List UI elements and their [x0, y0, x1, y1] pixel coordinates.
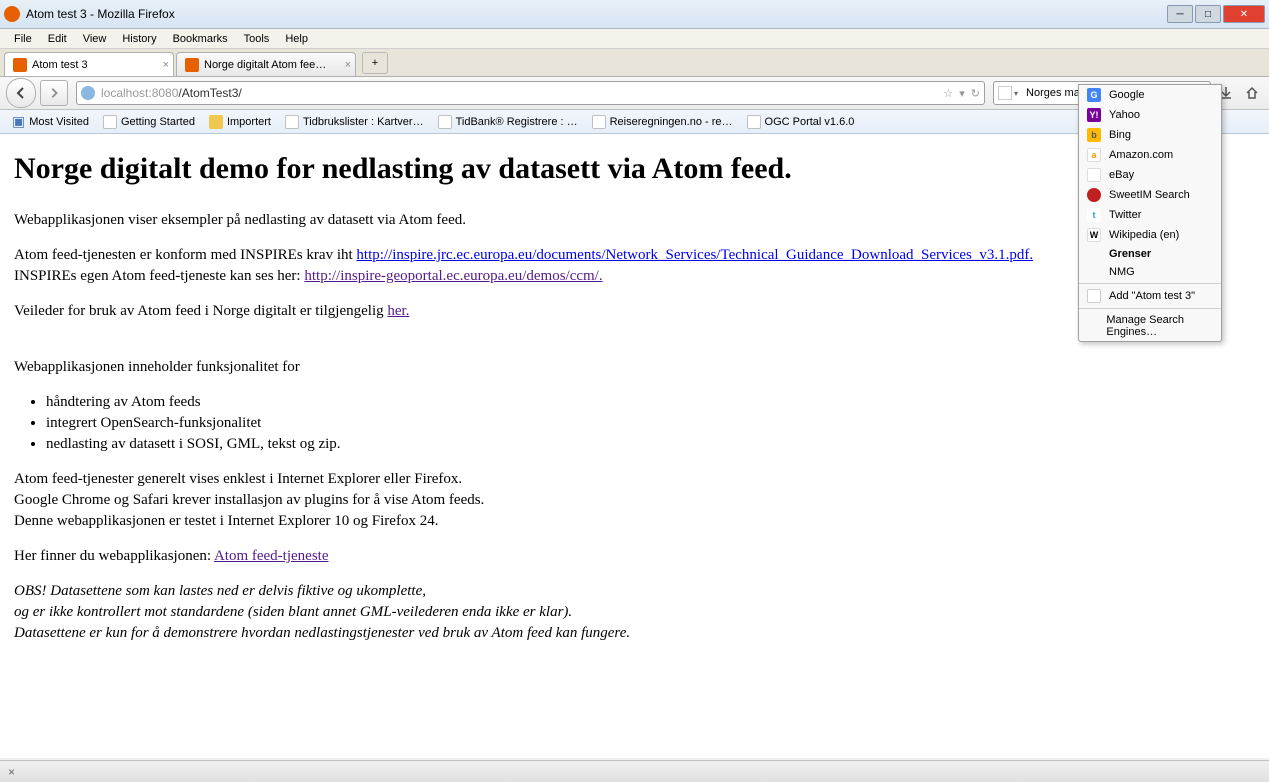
url-bar[interactable]: localhost:8080/AtomTest3/ ☆ ▾ ↻	[76, 81, 985, 105]
tab-norge-digitalt[interactable]: Norge digitalt Atom feed demo ×	[176, 52, 356, 76]
bookmark-getting-started[interactable]: Getting Started	[97, 113, 201, 131]
search-engine-option-bing[interactable]: bBing	[1079, 125, 1221, 145]
google-icon: G	[1087, 88, 1101, 102]
maximize-button[interactable]: □	[1195, 5, 1221, 23]
paragraph: Her finner du webapplikasjonen: Atom fee…	[14, 546, 1255, 567]
search-engine-option-nmg[interactable]: NMG	[1079, 263, 1221, 281]
page-icon	[592, 115, 606, 129]
feature-list: håndtering av Atom feeds integrert OpenS…	[46, 392, 1255, 455]
search-engine-selector[interactable]: ▾	[998, 86, 1022, 100]
search-engine-option-grenser[interactable]: Grenser	[1079, 245, 1221, 263]
back-button[interactable]	[6, 78, 36, 108]
status-bar: ×	[0, 760, 1269, 782]
bookmark-tidbank[interactable]: TidBank® Registrere : …	[432, 113, 584, 131]
tab-favicon	[13, 58, 27, 72]
paragraph-disclaimer: OBS! Datasettene som kan lastes ned er d…	[14, 581, 1255, 644]
menu-bookmarks[interactable]: Bookmarks	[165, 31, 236, 47]
page-icon	[438, 115, 452, 129]
bookmark-star-icon[interactable]: ☆	[943, 87, 953, 100]
ebay-icon: e	[1087, 168, 1101, 182]
tab-favicon	[185, 58, 199, 72]
home-button[interactable]	[1241, 82, 1263, 104]
paragraph: Atom feed-tjenester generelt vises enkle…	[14, 469, 1255, 532]
bookmark-ogc-portal[interactable]: OGC Portal v1.6.0	[741, 113, 861, 131]
manage-search-engines[interactable]: Manage Search Engines…	[1079, 311, 1221, 341]
reload-icon[interactable]: ↻	[971, 87, 980, 100]
arrow-left-icon	[14, 86, 28, 100]
window-title-bar: Atom test 3 - Mozilla Firefox ─ □ ✕	[0, 0, 1269, 29]
menu-bar: File Edit View History Bookmarks Tools H…	[0, 29, 1269, 49]
add-search-engine[interactable]: Add "Atom test 3"	[1079, 286, 1221, 306]
search-engine-option-ebay[interactable]: eeBay	[1079, 165, 1221, 185]
forward-button[interactable]	[40, 80, 68, 106]
tab-label: Norge digitalt Atom feed demo	[204, 59, 331, 71]
paragraph: Atom feed-tjenesten er konform med INSPI…	[14, 245, 1255, 287]
link-inspire-geoportal[interactable]: http://inspire-geoportal.ec.europa.eu/de…	[304, 268, 602, 284]
search-engine-option-twitter[interactable]: tTwitter	[1079, 205, 1221, 225]
add-icon	[1087, 289, 1101, 303]
bookmark-importert[interactable]: Importert	[203, 113, 277, 131]
home-icon	[1245, 86, 1259, 100]
search-engine-dropdown: GGoogleY!YahoobBingaAmazon.comeeBaySweet…	[1078, 84, 1222, 342]
close-button[interactable]: ✕	[1223, 5, 1265, 23]
twitter-icon: t	[1087, 208, 1101, 222]
site-identity-icon[interactable]	[81, 86, 95, 100]
paragraph: Veileder for bruk av Atom feed i Norge d…	[14, 301, 1255, 322]
separator	[1079, 283, 1221, 284]
history-dropdown-icon[interactable]: ▾	[959, 87, 965, 100]
window-title: Atom test 3 - Mozilla Firefox	[26, 7, 1167, 21]
tab-close-icon[interactable]: ×	[163, 59, 169, 71]
addon-bar-close-icon[interactable]: ×	[8, 765, 15, 779]
folder-icon	[209, 115, 223, 129]
search-engine-option-wikipedia-en-[interactable]: WWikipedia (en)	[1079, 225, 1221, 245]
menu-tools[interactable]: Tools	[236, 31, 278, 47]
tab-close-icon[interactable]: ×	[345, 59, 351, 71]
page-icon	[103, 115, 117, 129]
wikipedia-icon: W	[1087, 228, 1101, 242]
menu-file[interactable]: File	[6, 31, 40, 47]
menu-view[interactable]: View	[75, 31, 115, 47]
minimize-button[interactable]: ─	[1167, 5, 1193, 23]
tab-bar: Atom test 3 × Norge digitalt Atom feed d…	[0, 49, 1269, 77]
menu-edit[interactable]: Edit	[40, 31, 75, 47]
firefox-icon	[4, 6, 20, 22]
new-tab-button[interactable]: +	[362, 52, 388, 74]
paragraph: Webapplikasjonen inneholder funksjonalit…	[14, 357, 1255, 378]
link-inspire-pdf[interactable]: http://inspire.jrc.ec.europa.eu/document…	[356, 247, 1033, 263]
page-icon	[747, 115, 761, 129]
bookmark-tidbrukslister[interactable]: Tidbrukslister : Kartver…	[279, 113, 430, 131]
list-item: integrert OpenSearch-funksjonalitet	[46, 413, 1255, 434]
tab-label: Atom test 3	[32, 59, 88, 71]
url-text[interactable]: localhost:8080/AtomTest3/	[101, 86, 943, 100]
menu-history[interactable]: History	[114, 31, 164, 47]
yahoo-icon: Y!	[1087, 108, 1101, 122]
list-item: nedlasting av datasett i SOSI, GML, teks…	[46, 434, 1255, 455]
page-icon	[285, 115, 299, 129]
search-engine-option-google[interactable]: GGoogle	[1079, 85, 1221, 105]
search-engine-option-yahoo[interactable]: Y!Yahoo	[1079, 105, 1221, 125]
star-icon: ▣	[12, 113, 25, 130]
list-item: håndtering av Atom feeds	[46, 392, 1255, 413]
bing-icon: b	[1087, 128, 1101, 142]
chevron-down-icon: ▾	[1014, 89, 1018, 98]
page-heading: Norge digitalt demo for nedlasting av da…	[14, 148, 1255, 190]
search-engine-option-amazon-com[interactable]: aAmazon.com	[1079, 145, 1221, 165]
paragraph: Webapplikasjonen viser eksempler på nedl…	[14, 210, 1255, 231]
separator	[1079, 308, 1221, 309]
sweetim-icon	[1087, 188, 1101, 202]
search-engine-option-sweetim-search[interactable]: SweetIM Search	[1079, 185, 1221, 205]
bookmark-reiseregningen[interactable]: Reiseregningen.no - re…	[586, 113, 739, 131]
search-engine-icon	[998, 86, 1012, 100]
link-veileder[interactable]: her.	[387, 303, 409, 319]
amazon-icon: a	[1087, 148, 1101, 162]
tab-atom-test-3[interactable]: Atom test 3 ×	[4, 52, 174, 76]
link-atom-feed-tjeneste[interactable]: Atom feed-tjeneste	[214, 548, 329, 564]
window-controls: ─ □ ✕	[1167, 5, 1265, 23]
menu-help[interactable]: Help	[277, 31, 316, 47]
arrow-right-icon	[48, 87, 60, 99]
bookmark-most-visited[interactable]: ▣Most Visited	[6, 111, 95, 132]
